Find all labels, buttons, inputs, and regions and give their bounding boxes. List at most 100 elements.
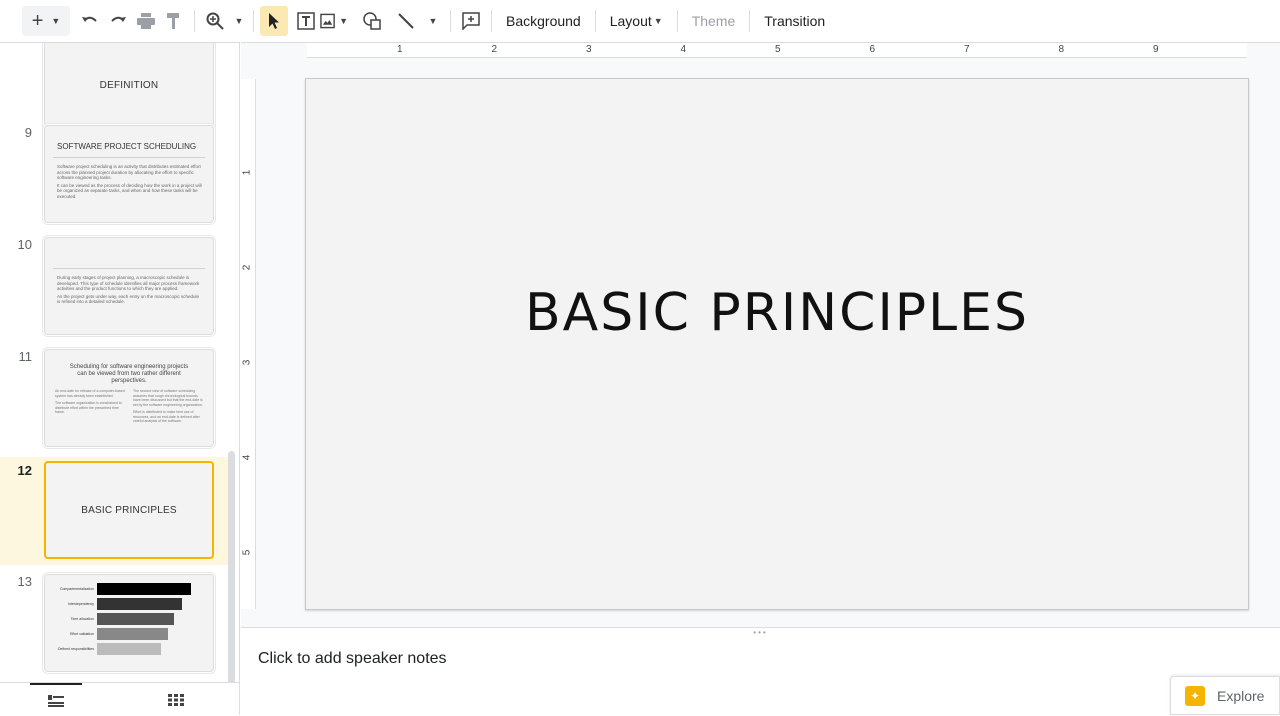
toolbar-divider — [450, 10, 451, 32]
filmstrip-scrollbar[interactable] — [228, 451, 235, 682]
select-tool-button[interactable] — [260, 6, 288, 36]
zoom-button[interactable] — [201, 6, 229, 36]
slide-preview[interactable]: Compartmentalization Interdependency Time … — [44, 574, 214, 672]
slide-thumbnail-10[interactable]: 10 During early stages of project planni… — [0, 237, 228, 345]
ruler-number: 3 — [241, 359, 253, 366]
paint-format-button[interactable] — [160, 6, 188, 36]
toolbar: + ▼ ▼ ▼ ▼ Background Layout ▼ Theme Tran… — [0, 0, 1280, 42]
redo-icon — [111, 16, 126, 22]
chevron-down-icon: ▼ — [428, 16, 438, 26]
slide-preview[interactable]: SOFTWARE PROJECT SCHEDULING Software pro… — [44, 125, 214, 223]
shape-button[interactable] — [358, 6, 386, 36]
slide-number: 12 — [17, 463, 32, 478]
ruler-number: 2 — [491, 44, 498, 55]
image-icon — [320, 13, 335, 29]
ruler-number: 5 — [241, 549, 253, 556]
ruler-number: 6 — [869, 44, 876, 55]
slide-preview-title: BASIC PRINCIPLES — [81, 504, 177, 516]
slide-thumbnail-9[interactable]: 9 SOFTWARE PROJECT SCHEDULING Software p… — [0, 125, 228, 233]
text-box-button[interactable] — [292, 6, 320, 36]
bar — [97, 643, 161, 655]
toolbar-divider — [253, 10, 254, 32]
new-slide-button[interactable]: + ▼ — [22, 6, 70, 36]
undo-button[interactable] — [76, 6, 104, 36]
line-button[interactable] — [392, 6, 420, 36]
explore-label: Explore — [1217, 687, 1265, 704]
grid-view-tab[interactable] — [150, 683, 202, 716]
paint-roller-icon — [167, 13, 179, 29]
ruler-number: 9 — [1153, 44, 1159, 55]
slide-preview[interactable]: Scheduling for software engineering proj… — [44, 349, 214, 447]
slide-preview-text: The second view of software scheduling a… — [133, 389, 203, 407]
cursor-icon — [269, 13, 279, 29]
slide-preview-title: SOFTWARE PROJECT SCHEDULING — [57, 142, 197, 151]
slide-canvas[interactable]: BASIC PRINCIPLES — [305, 78, 1249, 610]
horizontal-ruler[interactable]: 1 2 3 4 5 6 7 8 9 — [307, 43, 1247, 58]
divider — [53, 157, 205, 158]
slide-thumbnail-8[interactable]: DEFINITION — [0, 43, 228, 130]
slide-preview[interactable]: BASIC PRINCIPLES — [44, 461, 214, 559]
layout-button[interactable]: Layout ▼ — [602, 6, 671, 36]
undo-icon — [82, 16, 97, 22]
slide-title[interactable]: BASIC PRINCIPLES — [525, 283, 1029, 343]
list-view-icon — [48, 694, 64, 707]
ruler-number: 1 — [397, 44, 403, 55]
bar — [97, 613, 175, 625]
bar-row: Compartmentalization — [49, 583, 213, 595]
toolbar-divider — [676, 10, 678, 32]
speaker-notes-panel[interactable]: Click to add speaker notes ✦ Explore — [241, 637, 1280, 715]
theme-button[interactable]: Theme — [684, 6, 744, 36]
chevron-down-icon: ▼ — [653, 16, 663, 26]
slide-preview[interactable]: During early stages of project planning,… — [44, 237, 214, 335]
slide-canvas-area: 1 2 3 4 5 6 7 8 9 1 2 3 4 5 BASIC PRINCIPLES — [241, 42, 1280, 627]
slide-preview-title: DEFINITION — [99, 80, 159, 91]
notes-resize-handle[interactable]: ••• — [241, 627, 1280, 637]
speaker-notes-placeholder[interactable]: Click to add speaker notes — [258, 650, 447, 668]
slide-preview-column: The second view of software scheduling a… — [133, 389, 203, 424]
line-icon — [398, 13, 414, 29]
bar — [97, 598, 182, 610]
toolbar-divider — [594, 10, 596, 32]
slide-number: 9 — [24, 125, 32, 140]
slide-thumbnail-11[interactable]: 11 Scheduling for software engineering p… — [0, 349, 228, 457]
ruler-number: 5 — [775, 44, 781, 55]
slide-number: 10 — [17, 237, 32, 252]
bar — [97, 628, 169, 640]
ruler-number: 3 — [586, 44, 592, 55]
bar-label: Effort validation — [69, 632, 94, 636]
slide-preview-text: Software project scheduling is an activi… — [57, 164, 201, 180]
slide-preview-text: The software organization is constrained… — [55, 401, 122, 414]
explore-button[interactable]: ✦ Explore — [1170, 676, 1280, 715]
toolbar-divider — [749, 10, 751, 32]
bar-label: Time allocation — [70, 617, 94, 621]
slide-preview-text: Effort is distributed to make best use o… — [133, 410, 200, 423]
slide-thumbnail-12[interactable]: 12 BASIC PRINCIPLES — [0, 457, 228, 565]
line-dropdown[interactable]: ▼ — [420, 6, 444, 36]
bar-label: Compartmentalization — [59, 587, 94, 591]
filmstrip-view-toggle — [0, 682, 240, 715]
text-box-icon — [297, 12, 315, 30]
slide-preview-title: Scheduling for software engineering proj… — [69, 364, 189, 384]
insert-image-button[interactable]: ▼ — [320, 6, 348, 36]
zoom-dropdown[interactable]: ▼ — [229, 6, 247, 36]
background-button[interactable]: Background — [498, 6, 589, 36]
add-comment-button[interactable] — [457, 6, 485, 36]
transition-button[interactable]: Transition — [756, 6, 833, 36]
slide-preview[interactable]: DEFINITION — [44, 43, 214, 130]
filmstrip-view-tab[interactable] — [30, 683, 82, 716]
comment-icon — [462, 12, 480, 30]
slide-preview-bars: Compartmentalization Interdependency Time … — [49, 583, 213, 655]
slide-filmstrip: DEFINITION 9 SOFTWARE PROJECT SCHEDULING… — [0, 42, 240, 682]
slide-preview-text: As the project gets under way, each entr… — [57, 293, 199, 305]
shape-icon — [363, 12, 381, 30]
bar-row: Defined responsibilities — [49, 643, 213, 655]
ruler-number: 8 — [1058, 44, 1065, 55]
chevron-down-icon: ▼ — [339, 16, 348, 26]
redo-button[interactable] — [104, 6, 132, 36]
print-button[interactable] — [132, 6, 160, 36]
ruler-number: 2 — [241, 264, 253, 271]
plus-icon: + — [31, 9, 44, 32]
zoom-icon — [206, 12, 224, 30]
vertical-ruler[interactable]: 1 2 3 4 5 — [241, 79, 256, 609]
slide-thumbnail-13[interactable]: 13 Compartmentalization Interdependency Ti… — [0, 574, 228, 682]
